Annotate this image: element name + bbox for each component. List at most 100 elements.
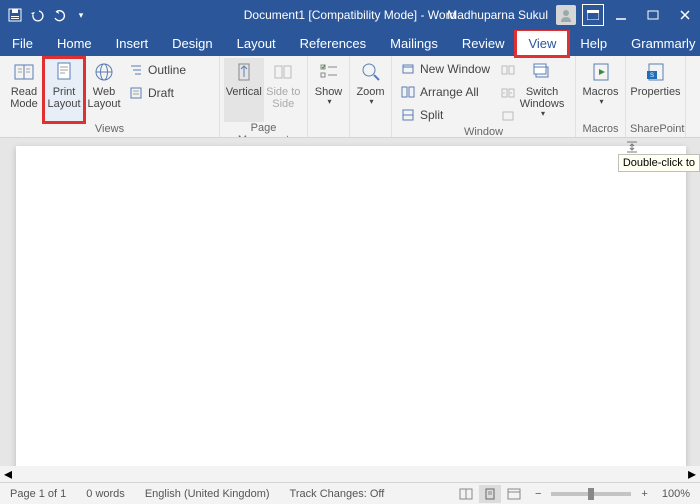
document-title: Document1 [Compatibility Mode] - Word — [244, 8, 457, 22]
username: Madhuparna Sukul — [447, 8, 548, 22]
status-language[interactable]: English (United Kingdom) — [135, 488, 280, 500]
ribbon-tabs: File Home Insert Design Layout Reference… — [0, 30, 700, 56]
draft-label: Draft — [148, 86, 174, 100]
window-group-label: Window — [396, 126, 571, 138]
ribbon-display-options-icon[interactable] — [582, 4, 604, 26]
zoom-icon — [359, 60, 383, 84]
switch-windows-icon — [530, 60, 554, 84]
page-movement-group-label: Page Movement — [224, 122, 303, 138]
document-area[interactable]: Double-click to — [0, 138, 700, 482]
side-by-side-icon — [500, 62, 516, 78]
vertical-label: Vertical — [226, 86, 262, 98]
macros-group-label: Macros — [580, 123, 621, 137]
arrange-all-icon — [400, 84, 416, 100]
reset-window-icon — [500, 108, 516, 124]
ribbon: Read Mode Print Layout Web Layout Outlin… — [0, 56, 700, 138]
outline-icon — [128, 62, 144, 78]
status-track-changes[interactable]: Track Changes: Off — [280, 488, 395, 500]
read-mode-icon — [12, 60, 36, 84]
sharepoint-group-label: SharePoint — [630, 123, 681, 137]
macros-icon — [589, 60, 613, 84]
split-icon — [400, 107, 416, 123]
properties-icon: S — [644, 60, 668, 84]
print-layout-view-icon[interactable] — [479, 485, 501, 503]
sync-scroll-icon — [500, 85, 516, 101]
close-icon[interactable] — [670, 0, 700, 30]
sync-scrolling-button — [500, 83, 516, 103]
arrange-all-label: Arrange All — [420, 85, 479, 99]
chevron-down-icon: ▾ — [327, 98, 331, 107]
side-to-side-label: Side to Side — [264, 86, 304, 110]
document-page[interactable] — [16, 146, 686, 482]
redo-icon[interactable] — [50, 6, 68, 24]
qat-customize-icon[interactable]: ▾ — [72, 6, 90, 24]
tab-insert[interactable]: Insert — [104, 30, 161, 56]
print-layout-icon — [52, 60, 76, 84]
tab-view[interactable]: View — [516, 30, 568, 56]
show-icon — [317, 60, 341, 84]
zoom-in-button[interactable]: + — [637, 488, 651, 500]
horizontal-scrollbar[interactable]: ◂ ▸ — [0, 466, 700, 482]
minimize-icon[interactable] — [606, 0, 636, 30]
tab-grammarly[interactable]: Grammarly — [619, 30, 700, 56]
print-layout-label: Print Layout — [44, 86, 84, 110]
zoom-button[interactable]: Zoom▾ — [354, 58, 387, 122]
header-tooltip: Double-click to — [618, 154, 700, 172]
switch-windows-button[interactable]: Switch Windows▾ — [516, 58, 568, 122]
web-layout-button[interactable]: Web Layout — [84, 58, 124, 122]
new-window-button[interactable]: New Window — [400, 59, 490, 79]
properties-label: Properties — [630, 86, 680, 98]
svg-text:S: S — [649, 73, 653, 79]
tab-layout[interactable]: Layout — [225, 30, 288, 56]
tab-references[interactable]: References — [288, 30, 378, 56]
chevron-down-icon: ▾ — [369, 98, 373, 107]
status-bar: Page 1 of 1 0 words English (United King… — [0, 482, 700, 504]
outline-label: Outline — [148, 63, 186, 77]
user-avatar[interactable] — [556, 5, 576, 25]
read-mode-label: Read Mode — [4, 86, 44, 110]
switch-windows-label: Switch Windows — [516, 86, 568, 110]
save-icon[interactable] — [6, 6, 24, 24]
undo-icon[interactable] — [28, 6, 46, 24]
split-button[interactable]: Split — [400, 105, 490, 125]
tab-home[interactable]: Home — [45, 30, 104, 56]
side-to-side-button: Side to Side — [264, 58, 304, 122]
chevron-down-icon: ▾ — [599, 98, 603, 107]
zoom-out-button[interactable]: − — [531, 488, 545, 500]
tab-help[interactable]: Help — [568, 30, 619, 56]
draft-button[interactable]: Draft — [128, 83, 186, 103]
tab-design[interactable]: Design — [160, 30, 224, 56]
vertical-icon — [232, 60, 256, 84]
scroll-right-icon[interactable]: ▸ — [684, 466, 700, 482]
chevron-down-icon: ▾ — [541, 110, 545, 119]
status-words[interactable]: 0 words — [76, 488, 135, 500]
print-layout-button[interactable]: Print Layout — [44, 58, 84, 122]
arrange-all-button[interactable]: Arrange All — [400, 82, 490, 102]
scroll-left-icon[interactable]: ◂ — [0, 466, 16, 482]
titlebar: ▾ Document1 [Compatibility Mode] - Word … — [0, 0, 700, 30]
status-page[interactable]: Page 1 of 1 — [0, 488, 76, 500]
tab-mailings[interactable]: Mailings — [378, 30, 450, 56]
read-mode-view-icon[interactable] — [455, 485, 477, 503]
macros-button[interactable]: Macros▾ — [580, 58, 621, 122]
view-side-by-side-button — [500, 60, 516, 80]
zoom-level[interactable]: 100% — [652, 488, 700, 500]
read-mode-button[interactable]: Read Mode — [4, 58, 44, 122]
outline-button[interactable]: Outline — [128, 60, 186, 80]
vertical-button[interactable]: Vertical — [224, 58, 264, 122]
web-layout-icon — [92, 60, 116, 84]
reset-window-button — [500, 106, 516, 126]
tab-review[interactable]: Review — [450, 30, 517, 56]
split-label: Split — [420, 108, 443, 122]
web-layout-view-icon[interactable] — [503, 485, 525, 503]
properties-button[interactable]: S Properties — [630, 58, 681, 122]
new-window-icon — [400, 61, 416, 77]
zoom-slider[interactable] — [551, 492, 631, 496]
tab-file[interactable]: File — [0, 30, 45, 56]
show-button[interactable]: Show▾ — [312, 58, 345, 122]
new-window-label: New Window — [420, 62, 490, 76]
top-margin-icon[interactable] — [626, 140, 638, 152]
web-layout-label: Web Layout — [84, 86, 124, 110]
draft-icon — [128, 85, 144, 101]
maximize-icon[interactable] — [638, 0, 668, 30]
